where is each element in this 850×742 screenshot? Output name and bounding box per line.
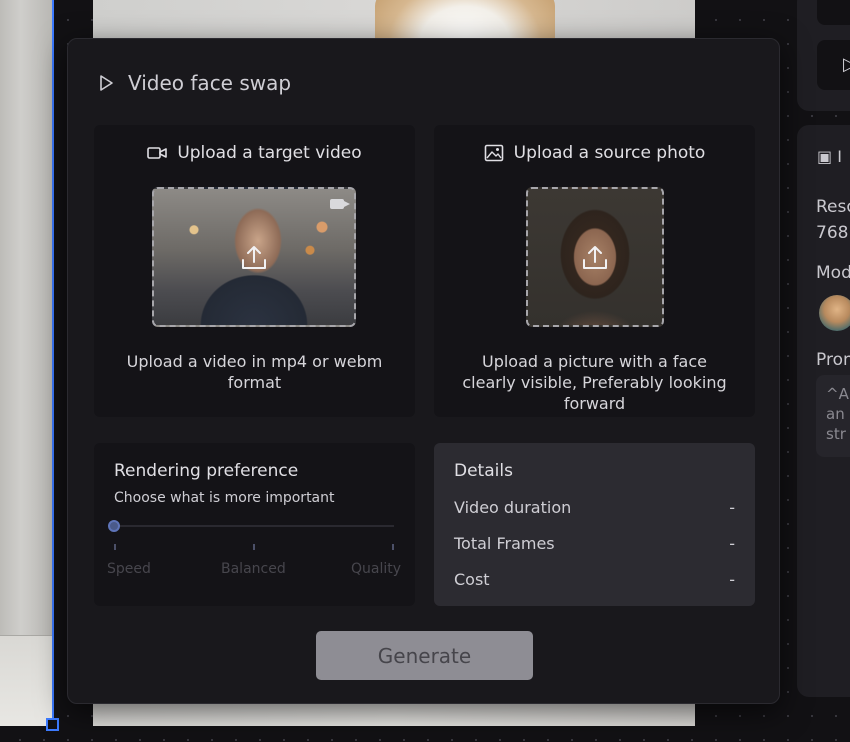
rendering-preference: Rendering preference Choose what is more… [94,443,415,606]
source-photo-description: Upload a picture with a face clearly vis… [462,352,727,413]
target-video-heading-label: Upload a target video [177,143,362,163]
generate-button[interactable]: Generate [316,631,533,680]
prompt-line: ^Al [826,385,850,403]
detail-value: - [729,498,735,517]
modal-header: Video face swap [96,71,291,95]
target-video-description: Upload a video in mp4 or webm format [126,352,383,392]
detail-row-total-frames: Total Frames - [454,534,735,553]
image-icon: ▣ [817,147,833,166]
modal-title: Video face swap [128,71,292,95]
detail-label: Video duration [454,498,572,517]
source-photo-heading-label: Upload a source photo [513,143,706,163]
panel-header-label: I [837,147,842,166]
detail-value: - [729,570,735,589]
details-title: Details [454,461,513,481]
resolution-value: 768 [816,223,849,243]
image-icon [484,144,503,162]
detail-label: Total Frames [454,534,555,553]
details-panel: Details Video duration - Total Frames - … [434,443,755,606]
rendering-preference-title: Rendering preference [114,461,299,481]
prompt-label: Prom [816,350,850,370]
source-photo-upload[interactable]: Upload a source photo Upload a picture w… [434,125,755,417]
preference-slider-thumb[interactable] [108,520,120,532]
detail-value: - [729,534,735,553]
source-photo-preview[interactable] [526,187,664,327]
target-video-preview[interactable] [152,187,356,327]
preference-slider[interactable] [114,525,394,527]
right-toolbar: ▷ [797,0,850,111]
canvas-image-top[interactable] [93,0,695,40]
model-label: Mod [816,263,850,283]
upload-icon [242,246,266,269]
detail-row-video-duration: Video duration - [454,498,735,517]
play-icon [100,75,113,91]
detail-row-cost: Cost - [454,570,735,589]
slider-tick [392,544,394,550]
rendering-preference-subtitle: Choose what is more important [114,490,335,506]
info-side-panel: ▣ I Reso 768 Mod Prom ^Al an str [797,125,850,697]
option-speed[interactable]: Speed [107,561,151,577]
canvas-image-bottom[interactable] [93,704,695,726]
slider-tick [253,544,255,550]
video-camera-icon [147,147,168,159]
target-video-upload[interactable]: Upload a target video Upload a video in … [94,125,415,417]
detail-label: Cost [454,570,490,589]
toolbar-button[interactable] [817,0,850,25]
target-video-heading: Upload a target video [94,143,415,163]
play-icon: ▷ [843,54,850,75]
upload-icon [583,246,607,269]
selected-canvas-image[interactable] [0,0,54,726]
image-subject [375,0,555,40]
option-balanced[interactable]: Balanced [221,561,286,577]
panel-header: ▣ I [817,147,842,166]
option-quality[interactable]: Quality [351,561,401,577]
prompt-line: an [826,405,845,423]
prompt-box[interactable]: ^Al an str [816,375,850,457]
source-photo-heading: Upload a source photo [434,143,755,163]
resize-handle[interactable] [46,718,59,731]
resolution-label: Reso [816,197,850,217]
toolbar-button[interactable]: ▷ [817,40,850,90]
prompt-line: str [826,425,846,443]
model-avatar[interactable] [819,295,850,331]
video-badge-icon [330,199,350,209]
slider-tick [114,544,116,550]
video-face-swap-modal: Video face swap Upload a target video Up… [67,38,780,704]
